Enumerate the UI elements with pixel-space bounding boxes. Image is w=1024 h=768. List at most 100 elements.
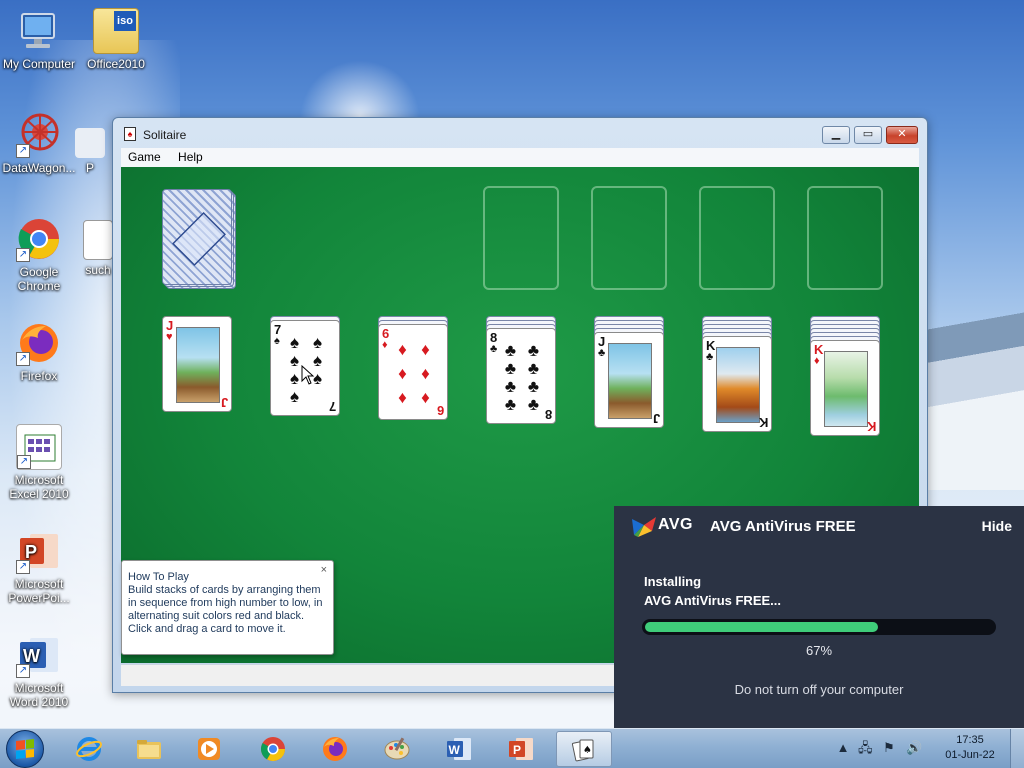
desktop-icon-partial[interactable]: P: [70, 128, 110, 175]
playing-card[interactable]: 8 ♣ ♣ ♣ ♣ ♣ ♣ ♣ ♣ ♣ 8: [486, 328, 556, 424]
powerpoint-icon: P ↗: [16, 528, 62, 574]
suit-pip-icon: ♣: [504, 394, 517, 414]
desktop-icon-office2010[interactable]: iso Office2010: [77, 8, 155, 71]
show-desktop-button[interactable]: [1010, 729, 1024, 768]
taskbar-powerpoint[interactable]: P: [494, 731, 550, 767]
word-icon: W: [447, 738, 471, 760]
playing-card[interactable]: K ♦ K: [810, 340, 880, 436]
shortcut-arrow-icon: ↗: [16, 248, 30, 262]
volume-icon[interactable]: 🔊: [906, 741, 922, 755]
card-suit-icon: ♠: [274, 335, 280, 347]
suit-pip-icon: ♦: [421, 363, 430, 383]
solitaire-app-icon: ♠: [124, 127, 136, 141]
card-rank: 8: [544, 407, 552, 422]
avg-status-line2: AVG AntiVirus FREE...: [644, 593, 782, 608]
system-clock[interactable]: 17:35 01-Jun-22: [940, 733, 1000, 763]
maximize-button[interactable]: ▭: [854, 126, 882, 144]
card-pips: ♦ ♦ ♦ ♦ ♦ ♦: [391, 337, 437, 409]
stock-pile[interactable]: [162, 189, 238, 291]
tableau-column-1[interactable]: J ♥ J: [162, 316, 234, 466]
window-titlebar[interactable]: ♠ Solitaire ▁ ▭ ✕: [113, 118, 927, 148]
desktop-icon-google-chrome[interactable]: ↗ Google Chrome: [0, 216, 78, 293]
suit-pip-icon: ♣: [504, 358, 517, 378]
playing-card[interactable]: J ♣ J: [594, 332, 664, 428]
start-button[interactable]: [6, 730, 44, 768]
foundation-slot-1[interactable]: [483, 186, 559, 290]
folder-icon: [137, 740, 161, 759]
suit-pip-icon: ♣: [527, 340, 540, 360]
clock-time: 17:35: [956, 734, 984, 746]
svg-text:♠: ♠: [583, 745, 592, 756]
stock-card-back[interactable]: [162, 189, 232, 285]
desktop-icon-firefox[interactable]: ↗ Firefox: [0, 320, 78, 383]
card-rank: K: [866, 419, 876, 434]
suit-pip-icon: ♠: [289, 386, 300, 406]
taskbar-file-explorer[interactable]: [122, 731, 178, 767]
playing-card[interactable]: 6 ♦ ♦ ♦ ♦ ♦ ♦ ♦ 6: [378, 324, 448, 420]
close-button[interactable]: ✕: [886, 126, 918, 144]
suit-pip-icon: ♦: [421, 339, 430, 359]
shortcut-arrow-icon: ↗: [16, 144, 30, 158]
chrome-icon: [260, 737, 285, 762]
card-suit-icon: ♣: [706, 351, 714, 363]
svg-text:W: W: [449, 743, 461, 757]
card-suit-icon: ♥: [166, 331, 173, 343]
svg-text:P: P: [25, 542, 37, 562]
clock-date: 01-Jun-22: [945, 749, 995, 761]
card-rank: K: [758, 415, 768, 430]
face-card-art: [176, 327, 220, 403]
avg-progress-bar: [642, 619, 996, 635]
powerpoint-icon: P: [509, 738, 533, 760]
avg-logo-text: AVG: [658, 516, 693, 533]
avg-hide-button[interactable]: Hide: [982, 518, 1012, 534]
tip-close-button[interactable]: ×: [321, 564, 327, 576]
foundation-slot-4[interactable]: [807, 186, 883, 290]
desktop-icon-word[interactable]: W ↗ Microsoft Word 2010: [0, 632, 78, 709]
taskbar-internet-explorer[interactable]: [62, 731, 118, 767]
network-icon[interactable]: 🖧: [858, 741, 873, 755]
windows-logo-icon: [16, 739, 34, 759]
foundation-slot-2[interactable]: [591, 186, 667, 290]
how-to-play-tip: × How To Play Build stacks of cards by a…: [121, 560, 334, 655]
tip-body: Build stacks of cards by arranging them …: [128, 584, 323, 635]
tableau-column-6[interactable]: K ♣ K: [702, 316, 774, 466]
suit-pip-icon: ♠: [289, 350, 300, 370]
taskbar-solitaire[interactable]: ♠: [556, 731, 612, 767]
taskbar-paint[interactable]: [370, 731, 426, 767]
playing-card[interactable]: K ♣ K: [702, 336, 772, 432]
menu-bar: Game Help: [121, 148, 919, 167]
desktop-icon-excel[interactable]: ↗ Microsoft Excel 2010: [0, 424, 78, 501]
tableau-column-3[interactable]: 6 ♦ ♦ ♦ ♦ ♦ ♦ ♦ 6: [378, 316, 450, 466]
internet-explorer-icon: [76, 737, 102, 761]
tip-title: How To Play: [128, 571, 189, 583]
tableau-column-5[interactable]: J ♣ J: [594, 316, 666, 466]
show-hidden-icons-icon[interactable]: ▲: [836, 741, 850, 755]
taskbar-word[interactable]: W: [432, 731, 488, 767]
desktop-icon-datawagon[interactable]: ↗ DataWagon...: [0, 112, 78, 175]
menu-game[interactable]: Game: [121, 148, 168, 166]
tableau-column-7[interactable]: K ♦ K: [810, 316, 882, 466]
card-rank: 7: [328, 399, 336, 414]
tableau-column-2[interactable]: 7 ♠ ♠ ♠ ♠ ♠ ♠ ♠ ♠ 7: [270, 316, 342, 466]
minimize-button[interactable]: ▁: [822, 126, 850, 144]
taskbar-firefox[interactable]: [308, 731, 364, 767]
playing-card[interactable]: J ♥ J: [162, 316, 232, 412]
menu-help[interactable]: Help: [171, 148, 210, 166]
desktop-icon-my-computer[interactable]: My Computer: [0, 8, 78, 71]
document-icon: [83, 220, 113, 260]
avg-progress-percent: 67%: [805, 643, 833, 658]
avg-title: AVG AntiVirus FREE: [710, 518, 856, 535]
card-suit-icon: ♣: [490, 343, 498, 355]
taskbar-media-player[interactable]: [182, 731, 238, 767]
desktop-icon-label: My Computer: [2, 57, 76, 71]
shortcut-arrow-icon: ↗: [17, 455, 31, 469]
tableau-column-4[interactable]: 8 ♣ ♣ ♣ ♣ ♣ ♣ ♣ ♣ ♣ 8: [486, 316, 558, 466]
foundation-slot-3[interactable]: [699, 186, 775, 290]
face-card-art: [824, 351, 868, 427]
app-icon-partial: [75, 128, 105, 158]
action-center-flag-icon[interactable]: ⚑: [882, 741, 896, 755]
taskbar-chrome[interactable]: [246, 731, 302, 767]
mouse-cursor-icon: [301, 365, 315, 385]
suit-pip-icon: ♣: [504, 340, 517, 360]
desktop-icon-powerpoint[interactable]: P ↗ Microsoft PowerPoi...: [0, 528, 78, 605]
